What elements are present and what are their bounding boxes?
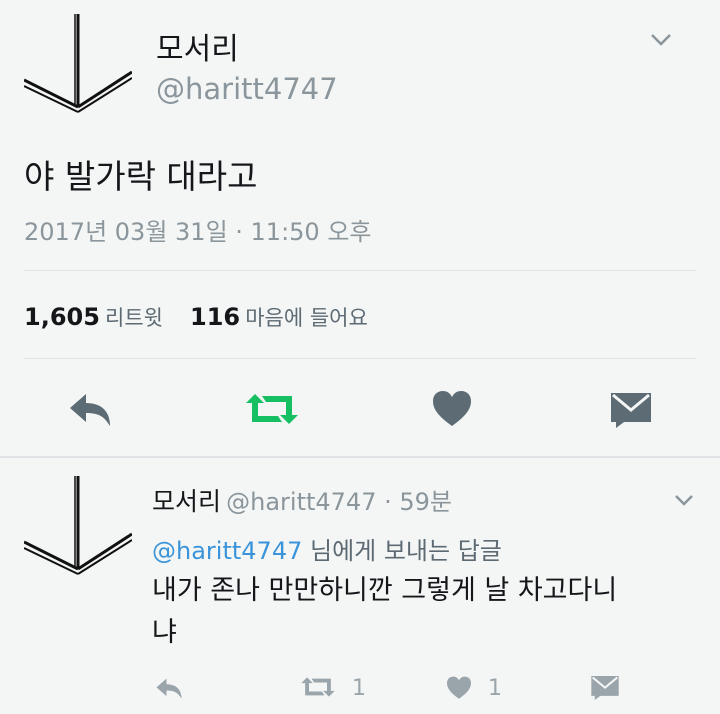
reply-direct-message-icon[interactable]: [590, 674, 620, 704]
replying-to: @haritt4747 님에게 보내는 답글: [152, 531, 502, 566]
reply-handle-time: @haritt4747 · 59분: [226, 488, 452, 516]
section-divider: [0, 456, 720, 458]
retweet-label: 리트윗: [105, 306, 163, 330]
like-label: 마음에 들어요: [245, 306, 368, 330]
reply-retweet-icon[interactable]: [300, 676, 336, 702]
retweet-icon[interactable]: [244, 392, 300, 426]
chevron-down-icon[interactable]: [650, 32, 672, 51]
direct-message-icon[interactable]: [610, 390, 652, 428]
avatar[interactable]: [24, 14, 132, 122]
reply-heart-icon[interactable]: [446, 676, 472, 704]
like-count: 116: [190, 303, 241, 331]
reply-text: 내가 존나 만만하니깐 그렇게 날 차고다니냐: [152, 575, 618, 648]
reply-chevron-down-icon[interactable]: [674, 492, 694, 511]
retweet-count: 1,605: [24, 303, 100, 331]
reply-retweet-count: 1: [352, 676, 366, 701]
reply-reply-icon[interactable]: [154, 676, 184, 704]
retweet-stats[interactable]: 1,605 리트윗: [24, 302, 163, 332]
divider: [24, 358, 696, 359]
reply-to-suffix: 님에게 보내는 답글: [302, 537, 502, 565]
reply-like-count: 1: [488, 676, 502, 701]
reply-header[interactable]: 모서리 @haritt4747 · 59분: [152, 482, 452, 518]
heart-icon[interactable]: [432, 390, 472, 428]
handle[interactable]: @haritt4747: [156, 72, 338, 106]
reply-icon[interactable]: [66, 390, 114, 428]
divider: [24, 270, 696, 271]
reply-avatar[interactable]: [24, 476, 132, 584]
display-name[interactable]: 모서리: [156, 24, 239, 68]
reply-to-mention[interactable]: @haritt4747: [152, 537, 302, 565]
like-stats[interactable]: 116 마음에 들어요: [190, 302, 368, 332]
reply-display-name: 모서리: [152, 487, 222, 516]
tweet-text: 야 발가락 대라고: [24, 157, 258, 196]
timestamp[interactable]: 2017년 03월 31일 · 11:50 오후: [24, 212, 372, 247]
